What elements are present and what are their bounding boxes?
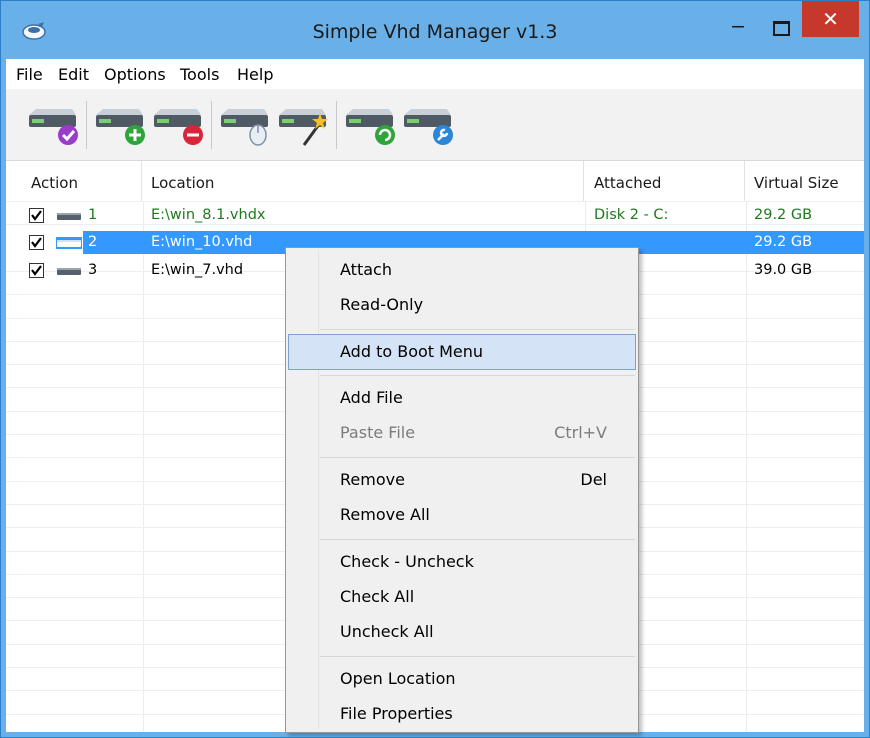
ctx-remove-all[interactable]: Remove All (289, 498, 635, 532)
row-location: E:\win_7.vhd (151, 262, 244, 278)
disk-mouse-icon (221, 109, 268, 146)
settings-vhd-button[interactable] (401, 97, 453, 153)
disk-refresh-icon (346, 109, 395, 145)
column-header-virtual-size[interactable]: Virtual Size (754, 161, 839, 201)
ctx-item-label: Remove (340, 470, 405, 489)
ctx-check-all[interactable]: Check All (289, 580, 635, 614)
disk-icon (57, 213, 81, 220)
refresh-vhd-button[interactable] (343, 97, 395, 153)
ctx-open-location[interactable]: Open Location (289, 662, 635, 696)
app-window: Simple Vhd Manager v1.3 ‒ ✕ File Edit Op… (0, 0, 870, 738)
menu-help[interactable]: Help (237, 65, 273, 84)
disk-icon (56, 237, 82, 249)
row-attached: Disk 2 - C: (594, 207, 669, 223)
grid-row-line (6, 201, 864, 202)
ctx-check-uncheck[interactable]: Check - Uncheck (289, 545, 635, 579)
ctx-add-file[interactable]: Add File (289, 381, 635, 415)
column-header-location[interactable]: Location (151, 161, 214, 201)
ctx-paste-file[interactable]: Paste File Ctrl+V (289, 416, 635, 450)
row-number: 3 (88, 262, 98, 278)
context-menu: Attach Read-Only Add to Boot Menu Add Fi… (285, 247, 639, 733)
disk-check-icon (29, 109, 78, 145)
ctx-uncheck-all[interactable]: Uncheck All (289, 615, 635, 649)
row-virtual-size: 29.2 GB (754, 207, 813, 223)
ctx-item-label: Add File (340, 388, 403, 407)
maximize-icon (773, 21, 790, 36)
ctx-shortcut: Del (580, 470, 607, 489)
menu-separator (320, 656, 635, 657)
row-action-cell: 2 (6, 231, 136, 254)
menu-options[interactable]: Options (104, 65, 166, 84)
ctx-item-label: Paste File (340, 423, 416, 442)
minimize-button[interactable]: ‒ (723, 15, 753, 41)
row-location: E:\win_8.1.vhdx (151, 207, 266, 223)
add-vhd-button[interactable] (93, 97, 145, 153)
ctx-item-label: Uncheck All (340, 622, 434, 641)
ctx-read-only[interactable]: Read-Only (289, 288, 635, 322)
toolbar-separator (336, 101, 337, 149)
row-checkbox[interactable] (29, 263, 44, 278)
toolbar-separator (86, 101, 87, 149)
disk-icon (57, 268, 81, 275)
ctx-item-label: Attach (340, 260, 392, 279)
row-virtual-size: 29.2 GB (754, 234, 813, 250)
create-vhd-button[interactable] (276, 97, 328, 153)
maximize-button[interactable] (765, 15, 795, 41)
ctx-item-label: Read-Only (340, 295, 424, 314)
toolbar (6, 89, 864, 161)
row-action-cell: 3 (6, 259, 136, 282)
column-divider[interactable] (583, 161, 584, 201)
ctx-add-to-boot-menu[interactable]: Add to Boot Menu (288, 334, 636, 370)
ctx-item-label: Check - Uncheck (340, 552, 474, 571)
column-divider[interactable] (141, 161, 142, 201)
menu-separator (320, 329, 635, 330)
attach-vhd-button[interactable] (218, 97, 270, 153)
disk-wand-icon (279, 109, 328, 146)
row-number: 1 (88, 207, 98, 223)
table-row[interactable]: 1 E:\win_8.1.vhdx Disk 2 - C: 29.2 GB (6, 204, 864, 227)
ctx-item-label: Check All (340, 587, 415, 606)
menu-edit[interactable]: Edit (58, 65, 89, 84)
ctx-item-label: Remove All (340, 505, 430, 524)
row-action-cell: 1 (6, 204, 136, 227)
column-divider[interactable] (744, 161, 745, 201)
remove-vhd-button[interactable] (151, 97, 203, 153)
menu-separator (320, 457, 635, 458)
column-header-attached[interactable]: Attached (594, 161, 661, 201)
ctx-attach[interactable]: Attach (289, 253, 635, 287)
ctx-item-label: Open Location (340, 669, 456, 688)
row-location: E:\win_10.vhd (151, 234, 253, 250)
menu-separator (320, 375, 635, 376)
close-button[interactable]: ✕ (802, 1, 859, 37)
ctx-remove[interactable]: Remove Del (289, 463, 635, 497)
menu-separator (320, 539, 635, 540)
ctx-file-properties[interactable]: File Properties (289, 697, 635, 731)
toolbar-separator (211, 101, 212, 149)
ctx-item-label: File Properties (340, 704, 453, 723)
row-checkbox[interactable] (29, 208, 44, 223)
disk-add-icon (96, 109, 145, 145)
disk-settings-icon (404, 109, 453, 145)
disk-remove-icon (154, 109, 203, 145)
menu-file[interactable]: File (16, 65, 43, 84)
ctx-shortcut: Ctrl+V (554, 423, 607, 442)
menu-tools[interactable]: Tools (180, 65, 219, 84)
ctx-item-label: Add to Boot Menu (340, 342, 484, 361)
row-number: 2 (88, 234, 98, 250)
row-virtual-size: 39.0 GB (754, 262, 813, 278)
row-checkbox[interactable] (29, 235, 44, 250)
check-vhd-button[interactable] (26, 97, 78, 153)
column-header-action[interactable]: Action (31, 161, 78, 201)
menu-bar: File Edit Options Tools Help (6, 59, 864, 89)
title-bar[interactable]: Simple Vhd Manager v1.3 ‒ ✕ (1, 1, 869, 59)
